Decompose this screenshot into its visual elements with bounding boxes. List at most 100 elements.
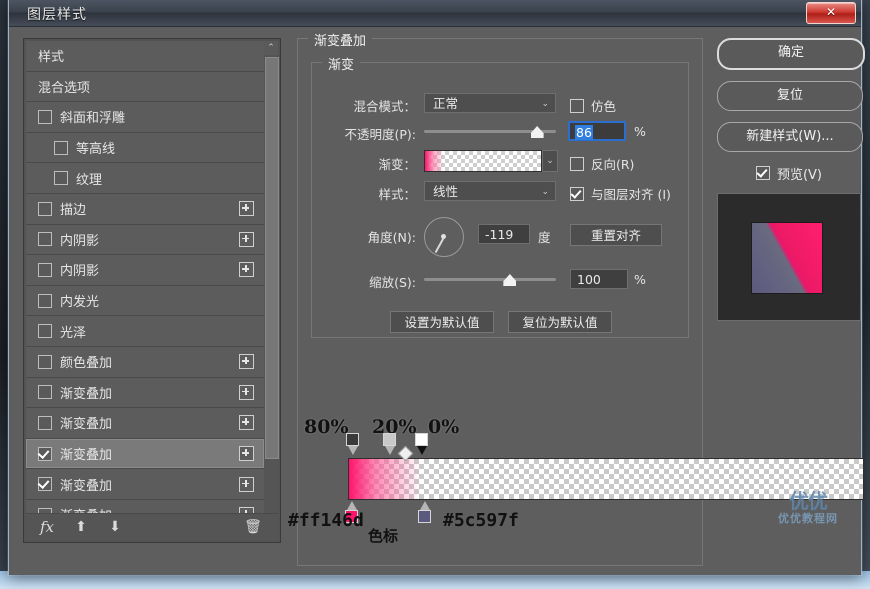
add-effect-icon[interactable] — [239, 232, 254, 247]
move-up-icon[interactable]: ⬆ — [68, 516, 94, 538]
style-list-item[interactable]: 渐变叠加 — [26, 378, 264, 409]
ok-button[interactable]: 确定 — [717, 38, 865, 70]
scale-slider[interactable] — [424, 269, 556, 289]
angle-dial[interactable] — [424, 217, 464, 257]
style-list-item[interactable]: 颜色叠加 — [26, 347, 264, 378]
style-item-checkbox[interactable] — [38, 294, 52, 308]
close-icon[interactable]: ✕ — [806, 2, 856, 24]
style-item-checkbox[interactable] — [38, 355, 52, 369]
opacity-stop-swatch — [346, 433, 359, 446]
style-item-label: 混合选项 — [38, 77, 264, 96]
style-list-item[interactable]: 渐变叠加 — [26, 469, 264, 500]
preview-thumbnail-swatch — [751, 222, 823, 294]
dialog-titlebar[interactable]: 图层样式 ✕ — [9, 0, 861, 27]
style-list-item[interactable]: 纹理 — [26, 163, 264, 194]
style-item-checkbox[interactable] — [38, 110, 52, 124]
style-item-checkbox[interactable] — [38, 385, 52, 399]
scrollbar-thumb[interactable] — [265, 57, 279, 459]
style-item-checkbox[interactable] — [38, 416, 52, 430]
color-stop-handle[interactable] — [418, 501, 433, 525]
style-item-checkbox[interactable] — [38, 477, 52, 491]
opacity-stop-handle[interactable] — [346, 433, 361, 457]
reset-align-button[interactable]: 重置对齐 — [570, 224, 662, 246]
angle-label: 角度(N): — [312, 227, 416, 246]
opacity-slider-knob[interactable] — [531, 126, 544, 138]
align-with-layer-checkbox[interactable]: 与图层对齐 (I) — [570, 184, 671, 203]
chevron-down-icon: ⌄ — [541, 182, 549, 202]
style-list-item[interactable]: 渐变叠加 — [26, 408, 264, 439]
angle-unit: 度 — [538, 227, 551, 246]
style-item-checkbox[interactable] — [38, 447, 52, 461]
scale-slider-knob[interactable] — [503, 274, 516, 286]
styles-list-toolbar: fx ⬆ ⬇ 🗑 — [26, 513, 278, 540]
move-down-icon[interactable]: ⬇ — [102, 516, 128, 538]
style-list-item[interactable]: 混合选项 — [26, 72, 264, 103]
add-effect-icon[interactable] — [239, 354, 254, 369]
style-list-item[interactable]: 样式 — [26, 41, 264, 72]
dither-checkbox[interactable]: 仿色 — [570, 96, 616, 115]
style-list-item[interactable]: 描边 — [26, 194, 264, 225]
add-effect-icon[interactable] — [239, 446, 254, 461]
fx-icon[interactable]: fx — [34, 516, 60, 538]
set-default-button[interactable]: 设置为默认值 — [390, 311, 494, 333]
blend-mode-select[interactable]: 正常 ⌄ — [424, 93, 556, 113]
style-list-item[interactable]: 内发光 — [26, 286, 264, 317]
style-list-item[interactable]: 渐变叠加 — [26, 439, 264, 470]
styles-list-scrollbar[interactable]: ⌃ ⌄ — [264, 41, 278, 530]
opacity-stop-pointer-icon — [385, 446, 395, 455]
add-effect-icon[interactable] — [239, 477, 254, 492]
angle-dial-center-dot — [441, 234, 446, 239]
styles-list[interactable]: 样式混合选项斜面和浮雕等高线纹理描边内阴影内阴影内发光光泽颜色叠加渐变叠加渐变叠… — [26, 41, 264, 530]
delete-icon[interactable]: 🗑 — [240, 516, 266, 538]
opacity-stop-pointer-icon — [348, 446, 358, 455]
gradient-picker-chevron-down-icon[interactable]: ⌄ — [542, 150, 558, 172]
style-list-item[interactable]: 内阴影 — [26, 225, 264, 256]
style-list-item[interactable]: 斜面和浮雕 — [26, 102, 264, 133]
add-effect-icon[interactable] — [239, 385, 254, 400]
style-row: 样式： 线性 ⌄ 与图层对齐 (I) — [312, 181, 690, 205]
opacity-stop-swatch — [415, 433, 428, 446]
new-style-button[interactable]: 新建样式(W)... — [717, 122, 863, 152]
gradient-editor-bar[interactable] — [348, 458, 864, 500]
color-stop-hex-label: #5c597f — [443, 510, 519, 531]
gradient-swatch[interactable] — [424, 150, 542, 172]
reverse-checkbox[interactable]: 反向(R) — [570, 154, 634, 173]
style-list-item[interactable]: 光泽 — [26, 316, 264, 347]
style-item-checkbox[interactable] — [54, 171, 68, 185]
style-item-label: 纹理 — [76, 169, 264, 188]
preview-checkbox[interactable]: 预览(V) — [717, 163, 861, 183]
add-effect-icon[interactable] — [239, 201, 254, 216]
style-item-checkbox[interactable] — [38, 263, 52, 277]
style-label: 样式： — [312, 184, 416, 203]
add-effect-icon[interactable] — [239, 415, 254, 430]
style-item-checkbox[interactable] — [38, 232, 52, 246]
style-item-label: 光泽 — [60, 322, 264, 341]
style-item-checkbox[interactable] — [38, 324, 52, 338]
style-list-item[interactable]: 等高线 — [26, 133, 264, 164]
style-item-checkbox[interactable] — [38, 202, 52, 216]
opacity-input[interactable]: 86 — [568, 121, 626, 141]
gradient-style-select[interactable]: 线性 ⌄ — [424, 181, 556, 201]
opacity-stop-pointer-icon — [417, 446, 427, 455]
style-item-label: 渐变叠加 — [60, 444, 239, 463]
opacity-stop-handle[interactable] — [415, 433, 430, 457]
color-stop-pointer-icon — [347, 501, 357, 510]
opacity-stop-handle[interactable] — [383, 433, 398, 457]
color-stop-swatch — [418, 510, 431, 523]
scroll-up-icon[interactable]: ⌃ — [264, 41, 278, 55]
reset-default-button[interactable]: 复位为默认值 — [508, 311, 612, 333]
reverse-label: 反向(R) — [591, 154, 634, 173]
section-title: 渐变叠加 — [308, 30, 372, 49]
opacity-slider[interactable] — [424, 121, 556, 141]
angle-input[interactable]: -119 — [478, 224, 530, 244]
group-title: 渐变 — [322, 54, 360, 73]
blend-mode-value: 正常 — [433, 96, 458, 111]
scale-unit: % — [634, 272, 646, 287]
style-list-item[interactable]: 内阴影 — [26, 255, 264, 286]
style-item-label: 内阴影 — [60, 260, 239, 279]
reset-button[interactable]: 复位 — [717, 81, 863, 111]
style-item-checkbox[interactable] — [54, 141, 68, 155]
scale-input[interactable]: 100 — [570, 269, 628, 289]
add-effect-icon[interactable] — [239, 262, 254, 277]
align-with-layer-label: 与图层对齐 (I) — [591, 184, 671, 203]
